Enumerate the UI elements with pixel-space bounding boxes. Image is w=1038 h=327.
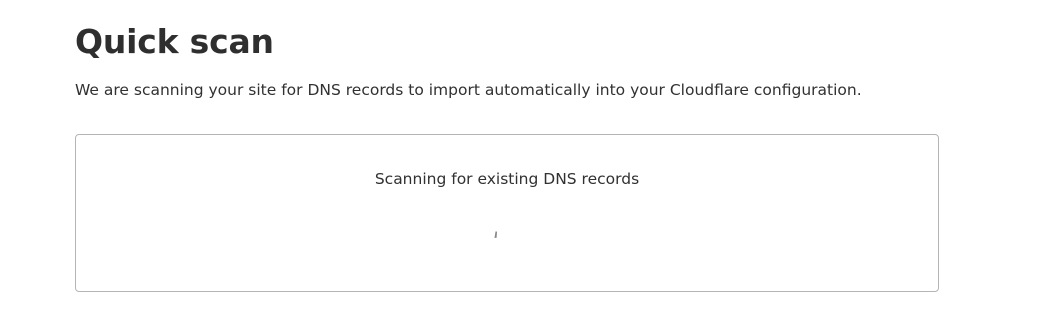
loading-spinner-icon bbox=[494, 231, 497, 238]
scan-panel: Scanning for existing DNS records bbox=[75, 134, 939, 292]
scan-status-text: Scanning for existing DNS records bbox=[374, 170, 640, 188]
page-description: We are scanning your site for DNS record… bbox=[75, 81, 862, 99]
page-title: Quick scan bbox=[75, 22, 274, 61]
